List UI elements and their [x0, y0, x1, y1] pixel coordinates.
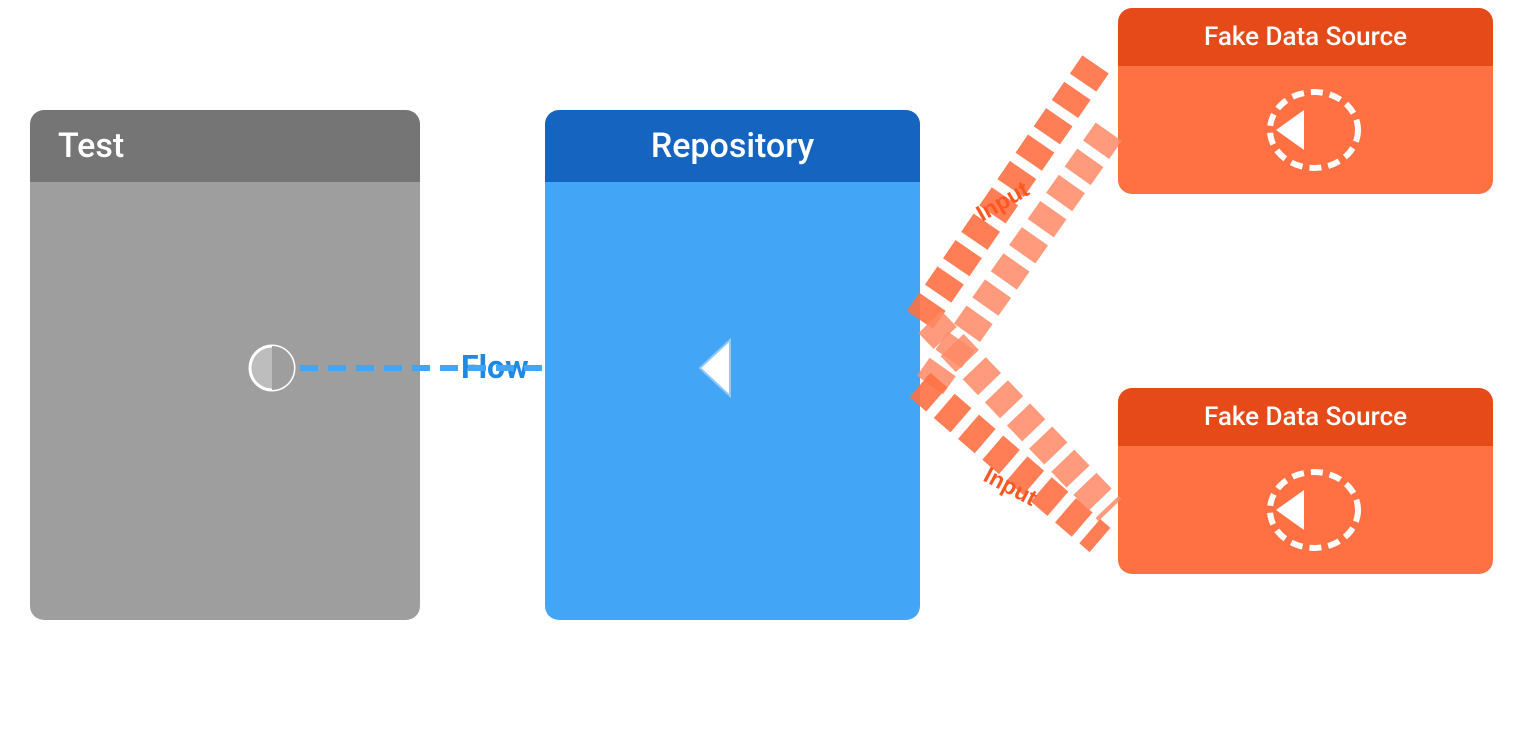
input-line-bottom	[920, 385, 1100, 540]
fake-data-source-2-node: Fake Data Source	[1118, 388, 1493, 574]
arrow-icon-2	[1276, 490, 1304, 530]
test-node-body	[30, 182, 420, 620]
fake-data-source-2-header: Fake Data Source	[1118, 388, 1493, 446]
fake-data-source-1-icon	[1246, 80, 1366, 180]
fake-data-source-1-title: Fake Data Source	[1204, 22, 1407, 52]
arrow-icon	[1276, 110, 1304, 150]
fake-data-source-2-body	[1118, 446, 1493, 574]
diagram: Test Repository Fake Data Source Fake Da…	[0, 0, 1515, 737]
fake-data-source-2-title: Fake Data Source	[1204, 402, 1407, 432]
input-line-bottom-2	[930, 322, 1110, 510]
flow-label: Flow	[461, 348, 529, 386]
input-label-bottom-text: Input	[980, 461, 1042, 510]
input-label-top-text: Input	[972, 176, 1034, 227]
repository-node: Repository	[545, 110, 920, 620]
fake-data-source-1-node: Fake Data Source	[1118, 8, 1493, 194]
fake-data-source-2-icon	[1246, 460, 1366, 560]
fake-data-source-1-body	[1118, 66, 1493, 194]
input-line-top	[920, 58, 1100, 320]
test-node-title: Test	[58, 126, 124, 166]
repository-node-body	[545, 182, 920, 620]
fake-data-source-1-header: Fake Data Source	[1118, 8, 1493, 66]
test-node: Test	[30, 110, 420, 620]
repository-node-title: Repository	[651, 126, 814, 166]
repository-node-header: Repository	[545, 110, 920, 182]
input-line-top-2	[930, 130, 1110, 385]
test-node-header: Test	[30, 110, 420, 182]
